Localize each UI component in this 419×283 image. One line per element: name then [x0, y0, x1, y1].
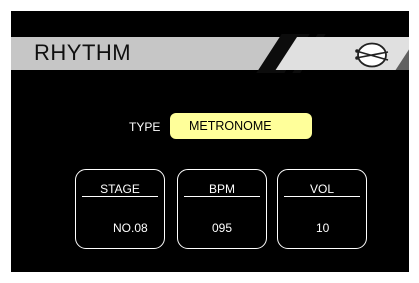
stage-label: STAGE [100, 182, 140, 196]
type-select-button[interactable]: METRONOME [170, 113, 312, 139]
drum-icon [355, 42, 389, 68]
type-label: TYPE [129, 120, 161, 134]
bpm-divider [184, 196, 260, 197]
stage-value: NO.08 [113, 221, 148, 235]
vol-divider [284, 196, 360, 197]
stage-divider [82, 196, 158, 197]
bpm-value: 095 [212, 221, 233, 235]
bpm-label: BPM [208, 182, 235, 196]
stage-param-button[interactable]: STAGE NO.08 [75, 169, 165, 249]
rhythm-screen: RHYTHM TYPE METRONOME STAGE NO.08 BPM 09… [11, 11, 409, 272]
page-title: RHYTHM [34, 40, 132, 65]
bpm-param-button[interactable]: BPM 095 [177, 169, 267, 249]
vol-param-button[interactable]: VOL 10 [277, 169, 367, 249]
vol-value: 10 [316, 221, 330, 235]
vol-label: VOL [309, 182, 334, 196]
